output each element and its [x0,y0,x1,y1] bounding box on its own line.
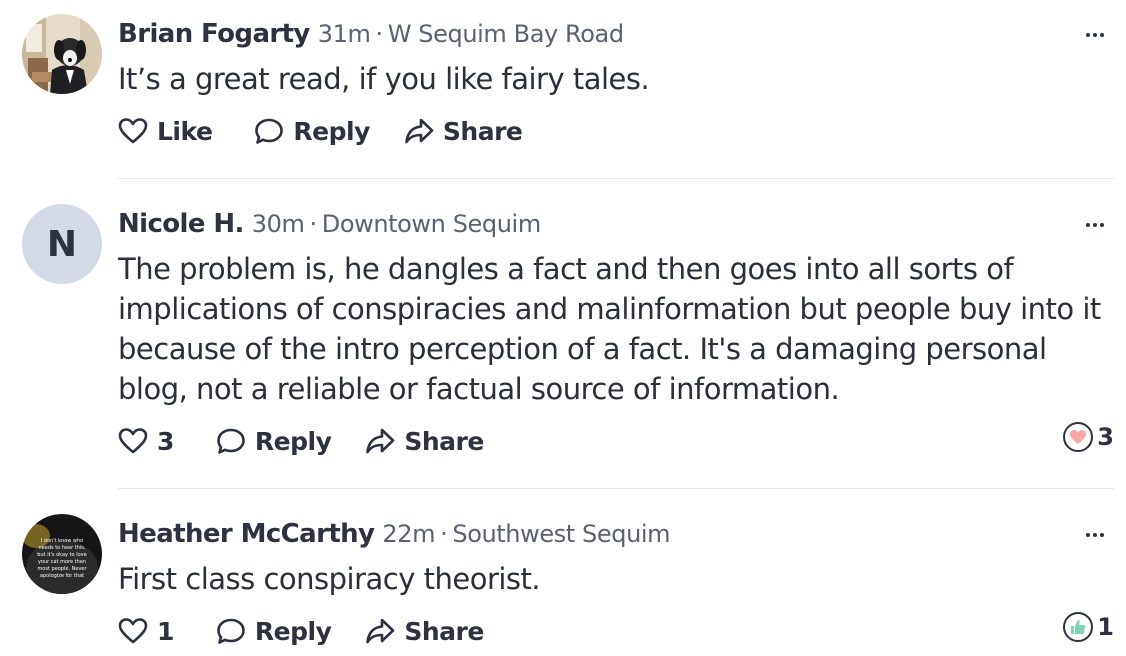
avatar[interactable] [22,14,102,94]
author-location[interactable]: Downtown Sequim [322,210,541,238]
comment-header: Heather McCarthy 22m · Southwest Sequim [118,517,671,551]
speech-bubble-icon [217,428,245,454]
more-options-icon[interactable] [1086,530,1112,540]
meta-separator: · [375,20,384,48]
share-label: Share [442,116,523,146]
comment-actions: 3 Reply Share [118,421,484,461]
comment-divider [118,488,1114,489]
comment-actions: 1 Reply Share [118,611,484,651]
comment-time: 30m [251,210,305,238]
author-name[interactable]: Nicole H. [118,209,244,239]
speech-bubble-icon [217,618,245,644]
reply-button[interactable]: Reply [216,616,332,646]
svg-text:most people. Never: most people. Never [37,566,87,572]
like-button[interactable]: 1 [118,617,174,646]
like-button[interactable]: 3 [118,427,174,456]
comment-actions: Like Reply Share [118,111,523,151]
heart-icon [1063,422,1094,452]
reply-button[interactable]: Reply [254,116,370,146]
comment-text: The problem is, he dangles a fact and th… [118,252,1101,406]
comment-time: 31m [317,20,371,48]
reply-button[interactable]: Reply [216,426,332,456]
reaction-count: 3 [1097,423,1114,451]
comment-text: First class conspiracy theorist. [118,562,541,596]
author-location[interactable]: Southwest Sequim [452,520,670,548]
comment-divider [118,178,1114,179]
author-name[interactable]: Brian Fogarty [118,19,310,49]
share-button[interactable]: Share [404,116,523,146]
more-options-icon[interactable] [1086,220,1112,230]
more-options-icon[interactable] [1086,30,1112,40]
svg-text:your cat more than: your cat more than [38,559,86,565]
svg-text:I don't know who: I don't know who [41,538,84,544]
like-count: 1 [157,616,174,646]
heart-outline-icon [118,618,148,644]
heart-outline-icon [118,428,148,454]
author-location[interactable]: W Sequim Bay Road [388,20,624,48]
reaction-count: 1 [1097,613,1114,641]
reply-label: Reply [254,426,332,456]
reaction-summary[interactable]: 3 [1063,420,1114,454]
comment-text: It’s a great read, if you like fairy tal… [118,62,650,96]
share-arrow-icon [366,428,395,454]
svg-text:but it's okay to love: but it's okay to love [37,552,86,558]
like-label: Like [157,116,213,146]
avatar[interactable]: N [22,204,102,284]
share-label: Share [404,616,484,646]
reaction-summary[interactable]: 1 [1063,610,1114,644]
share-button[interactable]: Share [365,616,484,646]
share-arrow-icon [405,118,434,144]
meta-separator: · [440,520,448,548]
author-name[interactable]: Heather McCarthy [118,519,375,549]
heart-outline-icon [118,118,148,144]
comment-time: 22m [382,520,436,548]
like-count: 3 [157,426,174,456]
share-button[interactable]: Share [365,426,484,456]
avatar[interactable]: I don't know who needs to hear this, but… [22,514,102,594]
speech-bubble-icon [255,118,284,144]
reply-label: Reply [254,616,332,646]
meta-separator: · [309,210,318,238]
svg-text:needs to hear this,: needs to hear this, [39,545,86,551]
svg-text:apologize for that: apologize for that [40,573,84,579]
reply-label: Reply [293,116,370,146]
dog-in-suit-photo-icon [22,14,102,94]
comment-header: Nicole H. 30m · Downtown Sequim [118,207,541,241]
cat-with-text-photo-icon: I don't know who needs to hear this, but… [22,514,102,594]
share-arrow-icon [366,618,395,644]
thumbs-up-icon [1063,612,1094,642]
like-button[interactable]: Like [118,116,213,146]
share-label: Share [404,426,484,456]
comment-header: Brian Fogarty 31m · W Sequim Bay Road [118,17,624,51]
